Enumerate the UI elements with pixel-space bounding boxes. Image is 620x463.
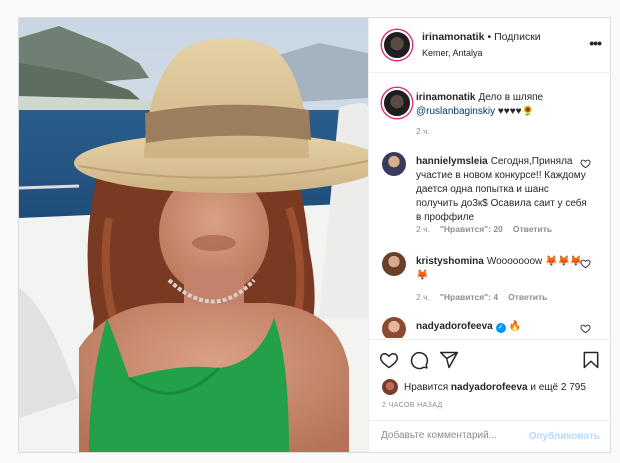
caption-text: irinamonatik Дело в шляпе @ruslanbaginski… [416, 91, 588, 119]
caption-emoji: ♥♥♥♥🌻 [497, 106, 535, 117]
reply-button[interactable]: Ответить [513, 224, 552, 234]
share-icon[interactable] [439, 350, 459, 370]
post-card: irinamonatik • Подписки Kemer, Antalya •••… [18, 17, 611, 453]
comment-avatar[interactable] [382, 317, 406, 338]
comment-heart-icon[interactable] [580, 158, 591, 169]
comment-meta: 2 ч. "Нравится": 4 Ответить [416, 292, 557, 302]
caption-time: 2 ч. [416, 126, 430, 136]
comment-input[interactable] [381, 430, 521, 441]
heart-icon[interactable] [379, 350, 399, 370]
comment-meta: 2 ч. "Нравится": 20 Ответить [416, 224, 562, 234]
likes-count[interactable]: и ещё 2 795 [530, 382, 586, 393]
follow-button[interactable]: Подписки [494, 31, 541, 43]
comment-likes[interactable]: "Нравится": 20 [440, 224, 503, 234]
liker-username[interactable]: nadyadorofeeva [451, 382, 528, 393]
comment-heart-icon[interactable] [580, 323, 591, 334]
comment-text: nadyadorofeeva ✓ 🔥 [416, 320, 588, 334]
publish-button[interactable]: Опубликовать [529, 431, 600, 442]
comment-username[interactable]: hannielymsleia [416, 156, 488, 167]
comment-username[interactable]: nadyadorofeeva [416, 321, 493, 332]
caption-username[interactable]: irinamonatik [416, 92, 475, 103]
caption-mention[interactable]: @ruslanbaginskiy [416, 106, 495, 117]
caption-meta: 2 ч. [416, 126, 440, 136]
caption-body: Дело в шляпе [478, 92, 544, 103]
verified-badge-icon: ✓ [495, 323, 506, 333]
post-timestamp[interactable]: 2 ЧАСОВ НАЗАД [382, 402, 443, 409]
comment-heart-icon[interactable] [580, 258, 591, 269]
reply-button[interactable]: Ответить [508, 292, 547, 302]
comment-text: kristyshomina Wooooooow 🦊🦊🦊🦊 [416, 255, 588, 283]
likes-summary: Нравится nadyadorofeeva и ещё 2 795 [382, 379, 586, 395]
caption-avatar[interactable] [382, 88, 412, 118]
post-sidebar: irinamonatik • Подписки Kemer, Antalya •••… [368, 18, 611, 452]
comment-likes[interactable]: "Нравится": 4 [440, 292, 498, 302]
likes-prefix: Нравится [404, 381, 449, 393]
comment-avatar[interactable] [382, 252, 406, 276]
photo-illustration [19, 18, 368, 452]
comment-time: 2 ч. [416, 224, 430, 234]
liker-avatar[interactable] [382, 379, 398, 395]
author-avatar[interactable] [382, 30, 412, 60]
post-header: irinamonatik • Подписки Kemer, Antalya ••• [369, 18, 611, 73]
author-line: irinamonatik • Подписки [422, 31, 541, 43]
add-comment-bar: Опубликовать [369, 420, 611, 453]
post-actions: Нравится nadyadorofeeva и ещё 2 795 2 ЧА… [369, 339, 611, 452]
post-image[interactable] [19, 18, 368, 452]
author-username[interactable]: irinamonatik [422, 31, 484, 43]
comment-avatar[interactable] [382, 152, 406, 176]
comment-username[interactable]: kristyshomina [416, 256, 484, 267]
more-horizontal-icon[interactable]: ••• [589, 35, 602, 51]
comment-icon[interactable] [409, 350, 429, 370]
comment-time: 2 ч. [416, 292, 430, 302]
separator-dot: • [487, 31, 492, 43]
comment-body: 🔥 [508, 321, 522, 332]
comments-list: irinamonatik Дело в шляпе @ruslanbaginski… [369, 74, 611, 338]
bookmark-icon[interactable] [581, 350, 601, 370]
comment-text: hannielymsleia Сегодня,Приняла участие в … [416, 155, 588, 225]
location-link[interactable]: Kemer, Antalya [422, 48, 483, 58]
